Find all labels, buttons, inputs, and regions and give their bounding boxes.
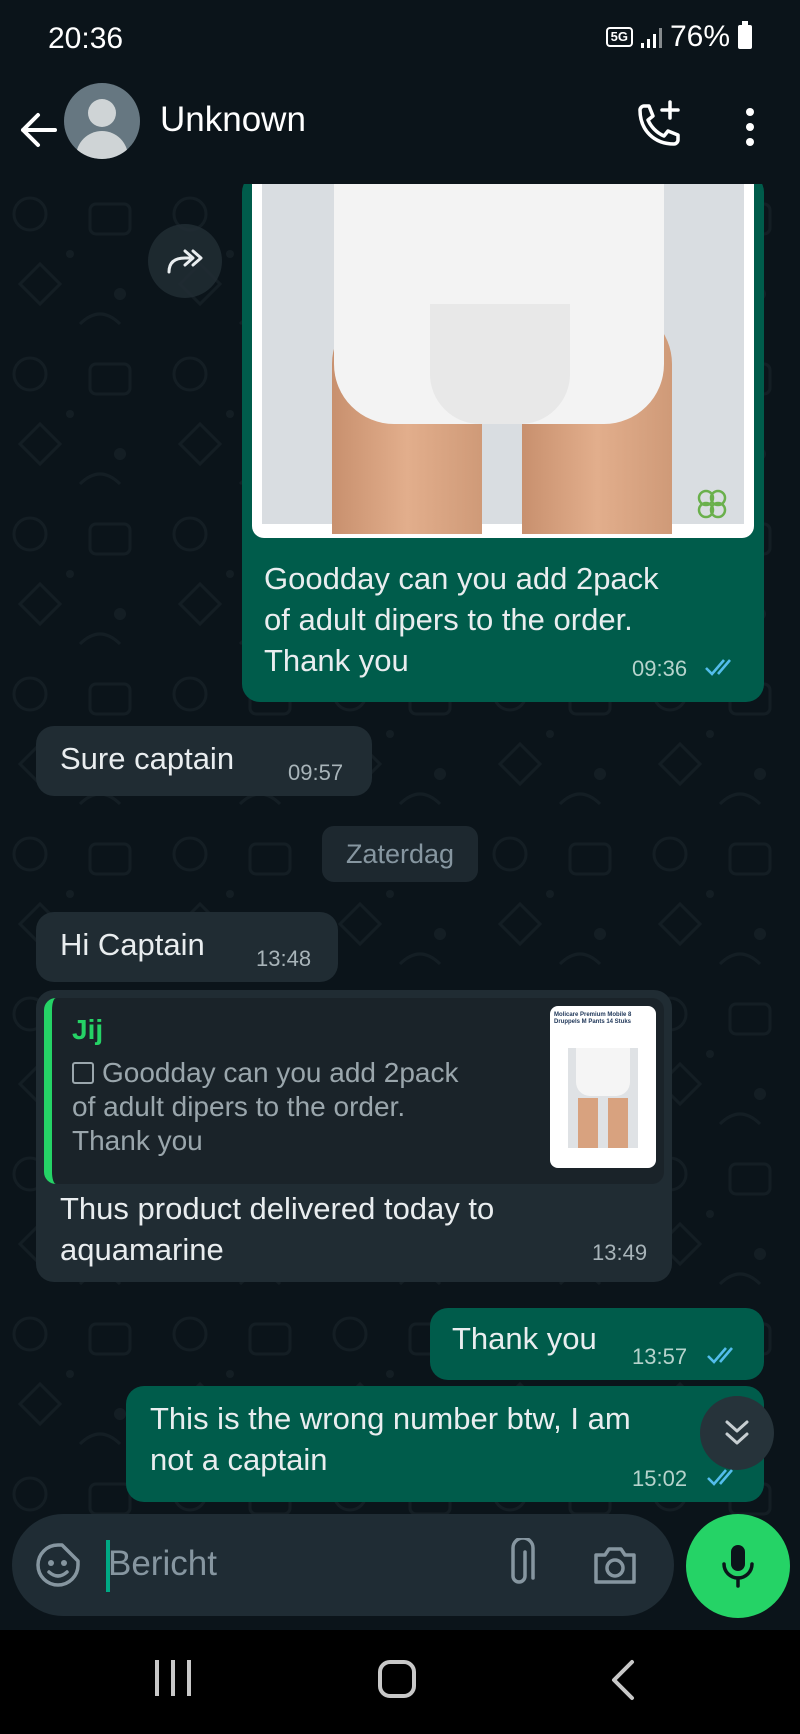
recent-apps-icon[interactable] xyxy=(155,1660,191,1700)
message-text: Sure captain xyxy=(60,741,235,776)
back-arrow-icon[interactable] xyxy=(14,100,62,160)
thumbnail-title: Molicare Premium Mobile 8 Druppels M Pan… xyxy=(554,1012,632,1025)
camera-icon[interactable] xyxy=(590,1540,640,1590)
read-receipt-icon xyxy=(707,1347,733,1364)
signal-icon xyxy=(640,26,662,48)
message-time: 13:49 xyxy=(592,1240,648,1265)
read-receipt-icon xyxy=(705,659,731,676)
home-icon[interactable] xyxy=(378,1660,416,1698)
message-bubble-outgoing[interactable]: Thank you 13:57 xyxy=(430,1308,764,1380)
message-time: 09:36 xyxy=(632,656,688,681)
status-indicators: 5G 76% xyxy=(605,20,752,54)
battery-icon xyxy=(738,21,752,49)
scroll-to-bottom-button[interactable] xyxy=(700,1396,774,1470)
date-separator: Zaterdag xyxy=(322,826,478,882)
nav-back-icon[interactable] xyxy=(608,1658,638,1702)
quote-text: Goodday can you add 2pack of adult diper… xyxy=(72,1057,459,1156)
system-navigation-bar xyxy=(0,1630,800,1734)
more-vertical-icon[interactable] xyxy=(735,102,765,152)
double-chevron-down-icon xyxy=(725,1420,749,1445)
message-input-box[interactable] xyxy=(12,1514,674,1616)
message-time: 09:57 xyxy=(288,760,344,785)
message-bubble-outgoing[interactable]: Goodday can you add 2pack of adult diper… xyxy=(242,184,764,702)
message-input[interactable] xyxy=(108,1534,488,1594)
chat-area[interactable]: Goodday can you add 2pack of adult diper… xyxy=(0,184,800,1524)
message-time: 13:48 xyxy=(256,946,312,971)
status-time: 20:36 xyxy=(48,22,124,55)
attach-icon[interactable] xyxy=(494,1536,544,1592)
message-time: 15:02 xyxy=(632,1466,688,1491)
message-time: 13:57 xyxy=(632,1344,688,1369)
sticker-emoji-icon[interactable] xyxy=(34,1541,82,1589)
battery-percentage: 76% xyxy=(669,20,730,53)
message-image[interactable] xyxy=(252,184,754,538)
microphone-icon xyxy=(722,1545,754,1588)
message-bubble-incoming[interactable]: Sure captain 09:57 xyxy=(36,726,372,796)
image-icon xyxy=(72,1062,94,1084)
message-text-line: Goodday can you add 2pack xyxy=(264,561,659,596)
message-bubble-incoming[interactable]: Jij Goodday can you add 2pack of adult d… xyxy=(36,990,672,1282)
quote-thumbnail: Molicare Premium Mobile 8 Druppels M Pan… xyxy=(550,1006,656,1168)
avatar[interactable] xyxy=(64,83,140,159)
message-text-line: This is the wrong number btw, I am xyxy=(150,1401,631,1436)
message-text: Thank you xyxy=(452,1321,597,1356)
message-bubble-incoming[interactable]: Hi Captain 13:48 xyxy=(36,912,338,982)
chat-header: Unknown xyxy=(0,80,800,184)
message-text-line: Thus product delivered today to xyxy=(60,1191,495,1226)
status-bar: 20:36 5G 76% xyxy=(0,0,800,80)
microphone-button[interactable] xyxy=(686,1514,790,1618)
message-text-line: aquamarine xyxy=(60,1232,224,1267)
message-text-line: of adult dipers to the order. xyxy=(264,602,633,637)
add-call-icon[interactable] xyxy=(630,98,686,154)
brand-logo-icon xyxy=(697,489,727,519)
composer-bar xyxy=(0,1510,800,1630)
quoted-message[interactable]: Jij Goodday can you add 2pack of adult d… xyxy=(44,998,664,1184)
network-type-badge: 5G xyxy=(605,27,633,47)
forward-icon[interactable] xyxy=(148,224,222,298)
message-text: Hi Captain xyxy=(60,927,205,962)
message-bubble-outgoing[interactable]: This is the wrong number btw, I am not a… xyxy=(126,1386,764,1502)
quote-author: Jij xyxy=(72,1014,104,1045)
contact-name[interactable]: Unknown xyxy=(160,100,306,140)
